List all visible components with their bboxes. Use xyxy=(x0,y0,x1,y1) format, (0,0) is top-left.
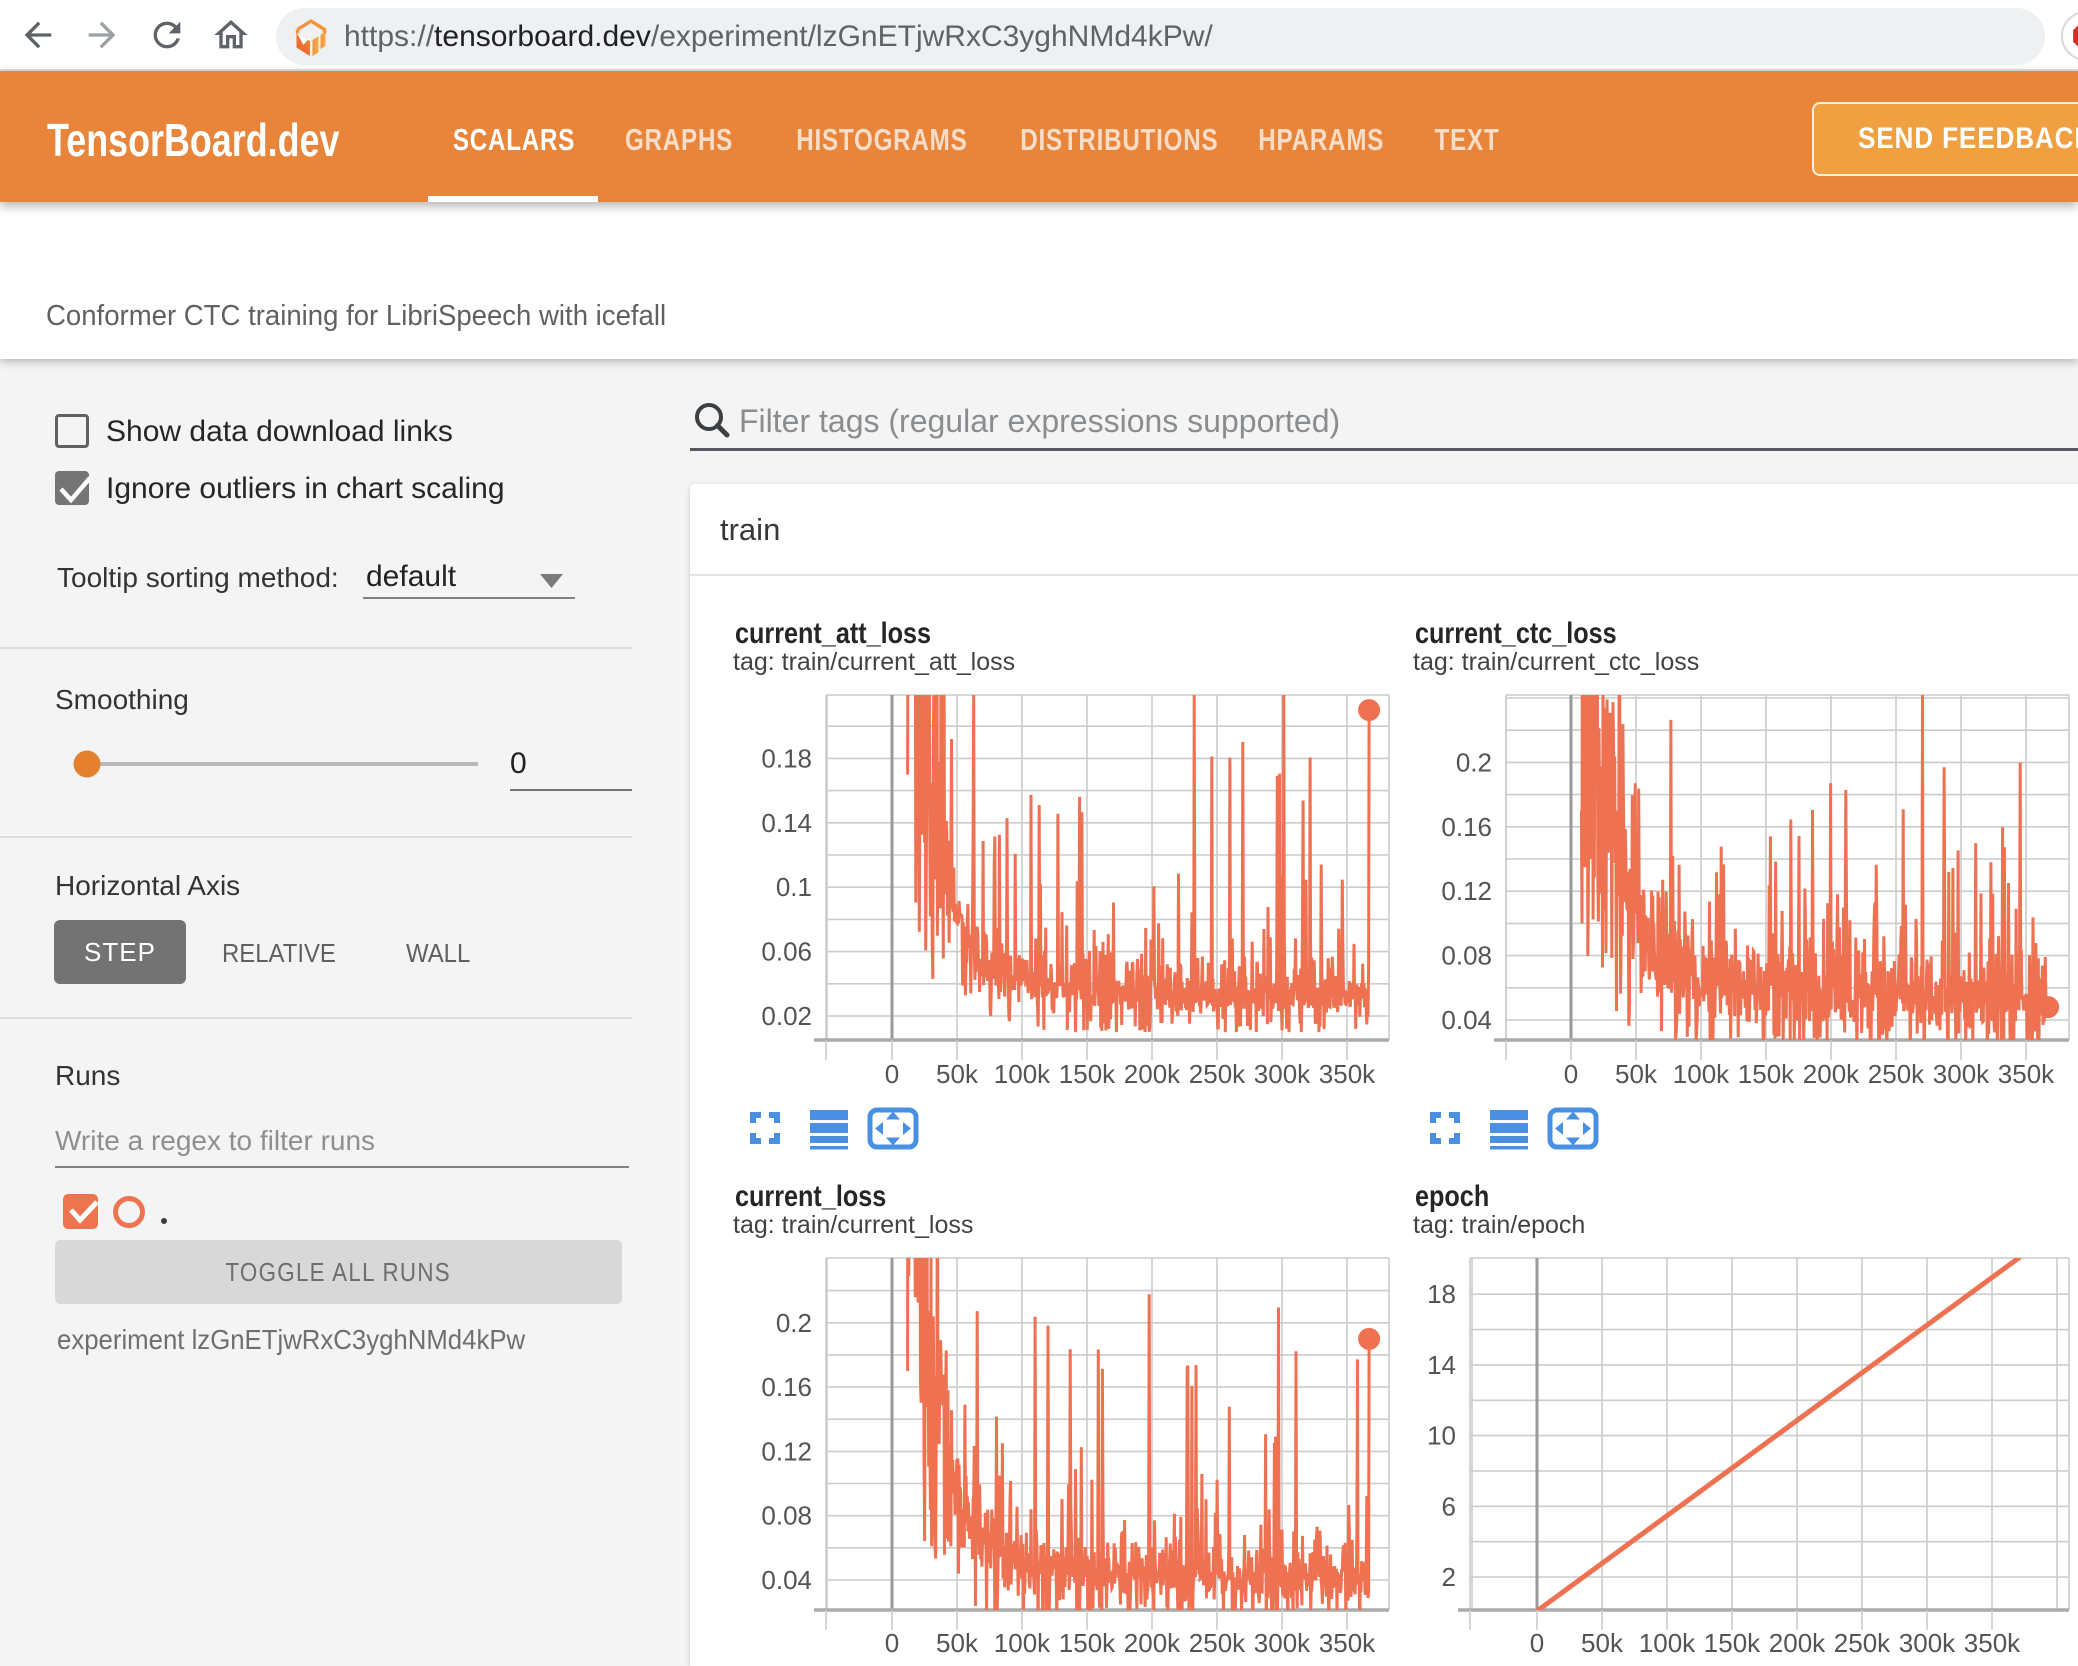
svg-text:300k: 300k xyxy=(1254,1628,1311,1658)
svg-text:100k: 100k xyxy=(1673,1059,1730,1089)
svg-text:0.06: 0.06 xyxy=(761,937,812,967)
svg-text:250k: 250k xyxy=(1189,1059,1246,1089)
svg-text:0.2: 0.2 xyxy=(1456,747,1492,777)
svg-text:350k: 350k xyxy=(1319,1059,1376,1089)
svg-text:50k: 50k xyxy=(936,1059,979,1089)
svg-text:200k: 200k xyxy=(1124,1628,1181,1658)
svg-text:300k: 300k xyxy=(1933,1059,1990,1089)
svg-text:50k: 50k xyxy=(1581,1628,1624,1658)
svg-text:0.16: 0.16 xyxy=(1441,812,1492,842)
svg-text:150k: 150k xyxy=(1059,1628,1116,1658)
svg-text:100k: 100k xyxy=(994,1628,1051,1658)
svg-text:200k: 200k xyxy=(1803,1059,1860,1089)
svg-text:0.04: 0.04 xyxy=(1441,1005,1492,1035)
svg-text:0.04: 0.04 xyxy=(761,1565,812,1595)
svg-text:250k: 250k xyxy=(1189,1628,1246,1658)
svg-text:0: 0 xyxy=(885,1059,899,1089)
svg-text:350k: 350k xyxy=(1319,1628,1376,1658)
svg-text:6: 6 xyxy=(1442,1491,1456,1521)
svg-text:150k: 150k xyxy=(1738,1059,1795,1089)
svg-text:50k: 50k xyxy=(936,1628,979,1658)
svg-text:150k: 150k xyxy=(1059,1059,1116,1089)
svg-text:0.02: 0.02 xyxy=(761,1001,812,1031)
svg-text:14: 14 xyxy=(1427,1350,1456,1380)
svg-text:0.12: 0.12 xyxy=(1441,876,1492,906)
svg-text:0.12: 0.12 xyxy=(761,1436,812,1466)
svg-text:50k: 50k xyxy=(1615,1059,1658,1089)
svg-text:0.08: 0.08 xyxy=(1441,941,1492,971)
svg-text:10: 10 xyxy=(1427,1421,1456,1451)
svg-text:2: 2 xyxy=(1442,1562,1456,1592)
svg-text:0: 0 xyxy=(885,1628,899,1658)
svg-text:18: 18 xyxy=(1427,1279,1456,1309)
svg-text:0.18: 0.18 xyxy=(761,743,812,773)
svg-text:0.2: 0.2 xyxy=(776,1308,812,1338)
svg-text:0.16: 0.16 xyxy=(761,1372,812,1402)
svg-text:0: 0 xyxy=(1530,1628,1544,1658)
svg-text:200k: 200k xyxy=(1769,1628,1826,1658)
svg-text:350k: 350k xyxy=(1964,1628,2021,1658)
svg-text:100k: 100k xyxy=(994,1059,1051,1089)
svg-text:200k: 200k xyxy=(1124,1059,1181,1089)
svg-text:250k: 250k xyxy=(1868,1059,1925,1089)
svg-text:0.1: 0.1 xyxy=(776,872,812,902)
svg-text:0: 0 xyxy=(1564,1059,1578,1089)
svg-text:300k: 300k xyxy=(1899,1628,1956,1658)
svg-text:150k: 150k xyxy=(1704,1628,1761,1658)
svg-text:0.08: 0.08 xyxy=(761,1501,812,1531)
svg-text:250k: 250k xyxy=(1834,1628,1891,1658)
svg-text:350k: 350k xyxy=(1998,1059,2055,1089)
svg-text:300k: 300k xyxy=(1254,1059,1311,1089)
svg-text:100k: 100k xyxy=(1639,1628,1696,1658)
svg-text:0.14: 0.14 xyxy=(761,808,812,838)
